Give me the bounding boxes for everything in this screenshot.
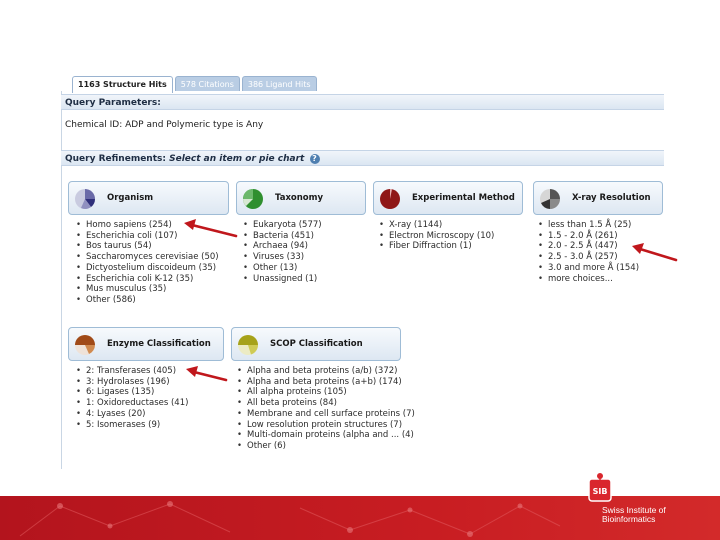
sib-name-line-2: Bioinformatics	[602, 514, 656, 524]
annotation-arrows	[184, 219, 678, 382]
sib-logo-text: SIB	[593, 487, 608, 496]
arrow-enzyme-classification-icon	[186, 366, 228, 382]
arrow-xray-resolution-icon	[632, 243, 678, 262]
sib-logo-icon: SIB	[588, 473, 612, 502]
arrow-organism-icon	[184, 219, 238, 238]
sib-organization-name: Swiss Institute of Bioinformatics	[602, 506, 666, 524]
